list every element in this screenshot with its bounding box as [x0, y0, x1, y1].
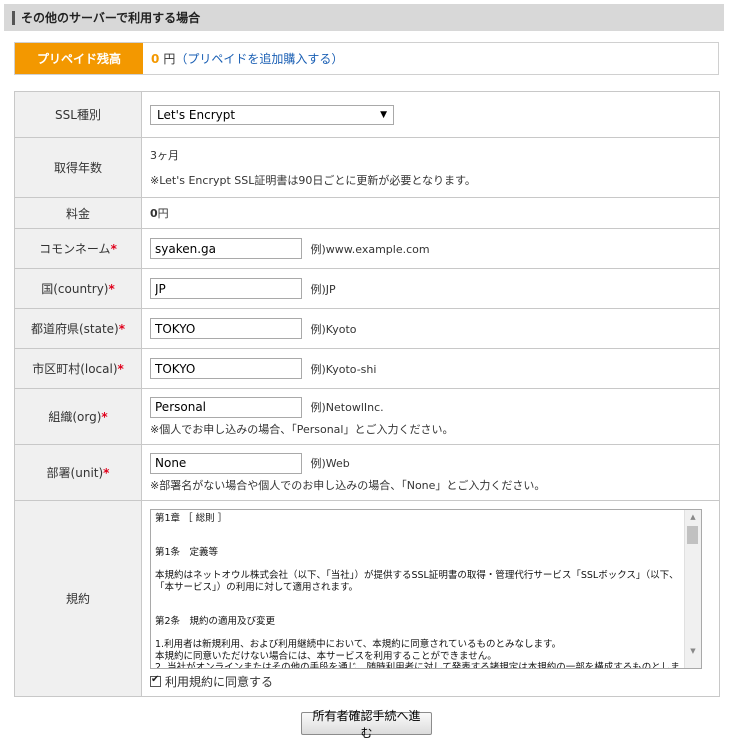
prepaid-balance: プリペイド残高 0 円 （プリペイドを追加購入する） [14, 42, 719, 75]
label-common-name: コモンネーム [39, 242, 111, 256]
row-country: 国(country)* 例)JP [14, 268, 720, 309]
prepaid-label: プリペイド残高 [15, 43, 143, 74]
local-example: 例)Kyoto-shi [310, 362, 377, 376]
row-fee: 料金 0円 [14, 197, 720, 229]
section-header: その他のサーバーで利用する場合 [4, 4, 724, 31]
unit-example: 例)Web [310, 457, 350, 470]
country-example: 例)JP [310, 282, 336, 296]
required-mark: * [101, 410, 108, 424]
common-name-example: 例)www.example.com [310, 242, 430, 256]
ssl-type-select[interactable]: Let's Encrypt ▼ [150, 104, 394, 125]
org-input[interactable] [150, 396, 302, 418]
label-org: 組織(org) [48, 410, 102, 424]
terms-scrollbar[interactable]: ▲ ▼ [684, 509, 701, 668]
label-state: 都道府県(state) [30, 322, 119, 336]
scroll-up-icon[interactable]: ▲ [685, 510, 701, 524]
label-terms: 規約 [14, 500, 142, 697]
scroll-thumb[interactable] [687, 525, 698, 544]
unit-note: ※部署名がない場合や個人でのお申し込みの場合、「None」とご入力ください。 [150, 478, 546, 492]
label-country: 国(country) [41, 282, 109, 296]
label-ssl-type: SSL種別 [14, 91, 142, 138]
prepaid-unit: 円 [163, 52, 176, 66]
fee-amount: 0 [150, 207, 158, 220]
section-title: その他のサーバーで利用する場合 [21, 11, 201, 25]
prepaid-value: 0 円 （プリペイドを追加購入する） [143, 43, 343, 74]
prepaid-purchase-link[interactable]: （プリペイドを追加購入する） [175, 50, 343, 67]
row-unit: 部署(unit)* 例)Web ※部署名がない場合や個人でのお申し込みの場合、「… [14, 444, 720, 501]
label-unit: 部署(unit) [46, 466, 104, 480]
agree-checkbox[interactable] [150, 674, 161, 687]
proceed-button[interactable]: 所有者確認手続へ進む [301, 709, 432, 740]
org-note: ※個人でお申し込みの場合、「Personal」とご入力ください。 [150, 422, 454, 436]
row-state: 都道府県(state)* 例)Kyoto [14, 308, 720, 349]
terms-text: 第1章 ［ 総則 ］ 第1条 定義等 本規約はネットオウル株式会社（以下、「当社… [155, 512, 680, 669]
years-note: ※Let's Encrypt SSL証明書は90日ごとに更新が必要となります。 [150, 174, 476, 187]
country-input[interactable] [150, 278, 302, 299]
state-input[interactable] [150, 318, 302, 339]
years-value: 3ヶ月 [150, 149, 179, 162]
row-terms: 規約 第1章 ［ 総則 ］ 第1条 定義等 本規約はネットオウル株式会社（以下、… [14, 500, 720, 697]
local-input[interactable] [150, 358, 302, 379]
agree-label[interactable]: 利用規約に同意する [165, 673, 273, 690]
required-mark: * [103, 466, 110, 480]
org-example: 例)NetowlInc. [310, 401, 384, 414]
row-local: 市区町村(local)* 例)Kyoto-shi [14, 348, 720, 389]
required-mark: * [108, 282, 115, 296]
state-example: 例)Kyoto [310, 322, 357, 336]
terms-textarea[interactable]: 第1章 ［ 総則 ］ 第1条 定義等 本規約はネットオウル株式会社（以下、「当社… [150, 508, 702, 669]
label-years: 取得年数 [14, 137, 142, 198]
label-fee: 料金 [14, 197, 142, 229]
common-name-input[interactable] [150, 238, 302, 259]
required-mark: * [110, 242, 117, 256]
required-mark: * [118, 322, 126, 336]
scroll-down-icon[interactable]: ▼ [685, 644, 701, 658]
header-bar [12, 10, 15, 25]
label-local: 市区町村(local) [32, 362, 118, 376]
ssl-type-selected: Let's Encrypt [157, 107, 236, 122]
required-mark: * [117, 362, 124, 376]
terms-agree: 利用規約に同意する [150, 673, 719, 690]
prepaid-amount: 0 [151, 51, 160, 66]
row-years: 取得年数 3ヶ月 ※Let's Encrypt SSL証明書は90日ごとに更新が… [14, 137, 720, 198]
ssl-form: SSL種別 Let's Encrypt ▼ 取得年数 3ヶ月 ※Let's En… [14, 91, 720, 697]
row-common-name: コモンネーム* 例)www.example.com [14, 228, 720, 269]
row-ssl-type: SSL種別 Let's Encrypt ▼ [14, 91, 720, 138]
unit-input[interactable] [150, 452, 302, 474]
dropdown-arrow-icon: ▼ [380, 109, 387, 120]
fee-unit: 円 [157, 207, 169, 220]
row-org: 組織(org)* 例)NetowlInc. ※個人でお申し込みの場合、「Pers… [14, 388, 720, 445]
